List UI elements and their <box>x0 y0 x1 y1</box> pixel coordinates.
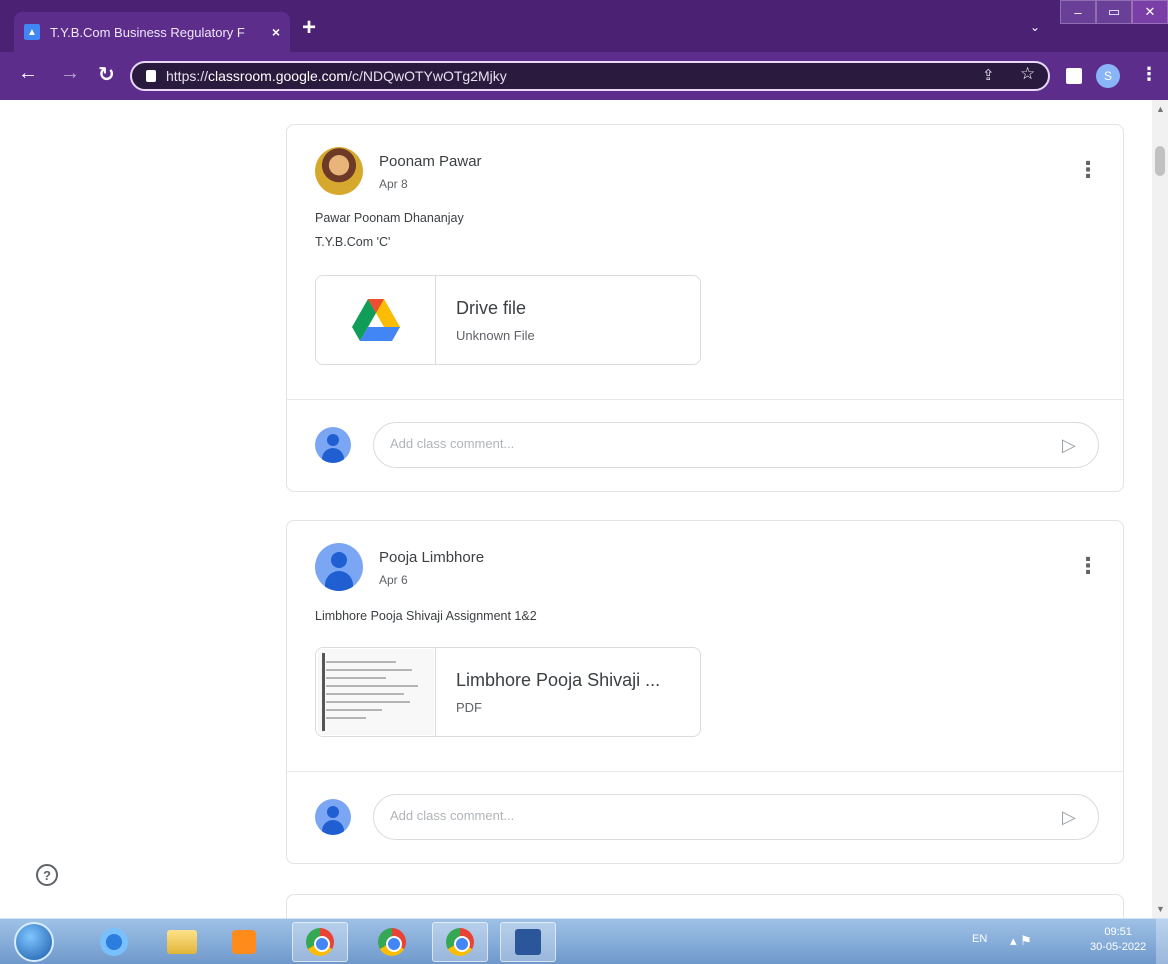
pdf-thumbnail <box>316 648 436 736</box>
profile-avatar[interactable]: S <box>1096 64 1120 88</box>
post-body-line: Pawar Poonam Dhananjay <box>315 211 464 225</box>
word-taskbar-icon[interactable] <box>500 922 556 962</box>
attachment-card[interactable]: Limbhore Pooja Shivaji ... PDF <box>315 647 701 737</box>
attachment-title: Drive file <box>456 298 527 318</box>
reload-icon[interactable]: ↻ <box>98 62 115 87</box>
scroll-thumb[interactable] <box>1155 146 1165 176</box>
language-indicator[interactable]: EN <box>972 933 987 945</box>
browser-tab[interactable]: ▲ T.Y.B.Com Business Regulatory F × <box>14 12 290 52</box>
classroom-favicon-icon: ▲ <box>24 24 40 40</box>
post-body-line: T.Y.B.Com 'C' <box>315 235 391 249</box>
windows-taskbar: EN ▴ ⚑ 09:51 30-05-2022 <box>0 918 1168 964</box>
taskbar-clock[interactable]: 09:51 30-05-2022 <box>1090 925 1146 955</box>
back-arrow-icon[interactable]: ← <box>18 62 38 85</box>
browser-menu-icon[interactable]: ⋮ <box>1140 64 1158 85</box>
page-scrollbar[interactable]: ▲ ▼ <box>1152 100 1168 918</box>
post-date: Apr 8 <box>379 177 408 191</box>
send-icon[interactable]: ▷ <box>1062 807 1076 828</box>
google-drive-icon <box>316 276 436 364</box>
file-explorer-icon[interactable] <box>154 922 210 962</box>
post-author: Poonam Pawar <box>379 153 482 170</box>
send-icon[interactable]: ▷ <box>1062 435 1076 456</box>
address-bar[interactable]: https://classroom.google.com/c/NDQwOTYwO… <box>130 61 1050 91</box>
show-desktop-button[interactable] <box>1156 919 1168 964</box>
commenter-avatar <box>315 427 351 463</box>
browser-tab-strip: ▲ T.Y.B.Com Business Regulatory F × + ⌄ … <box>0 0 1168 52</box>
author-avatar <box>315 147 363 195</box>
attachment-type: PDF <box>456 700 482 715</box>
stream-post: Pooja Limbhore Apr 6 ⋮ Limbhore Pooja Sh… <box>286 520 1124 864</box>
class-comment-field[interactable]: ▷ <box>373 422 1099 468</box>
attachment-card[interactable]: Drive file Unknown File <box>315 275 701 365</box>
start-button[interactable] <box>14 922 54 962</box>
chrome-taskbar-icon[interactable] <box>292 922 348 962</box>
internet-explorer-icon[interactable] <box>86 922 142 962</box>
share-icon[interactable]: ⇪ <box>982 66 995 84</box>
divider <box>287 399 1123 400</box>
tab-title: T.Y.B.Com Business Regulatory F <box>50 24 245 40</box>
more-options-icon[interactable]: ⋮ <box>1077 555 1099 577</box>
divider <box>287 771 1123 772</box>
tab-search-chevron-icon[interactable]: ⌄ <box>1030 20 1040 34</box>
class-comment-input[interactable] <box>390 436 1030 451</box>
scroll-down-arrow-icon[interactable]: ▼ <box>1156 904 1165 914</box>
lock-icon <box>146 70 156 82</box>
post-author: Pooja Limbhore <box>379 549 485 566</box>
forward-arrow-icon[interactable]: → <box>60 62 80 85</box>
bookmark-star-icon[interactable]: ☆ <box>1020 64 1035 84</box>
window-close-button[interactable]: ✕ <box>1132 0 1168 24</box>
chrome-taskbar-icon[interactable] <box>432 922 488 962</box>
attachment-type: Unknown File <box>456 328 535 343</box>
browser-toolbar: ← → ↻ https://classroom.google.com/c/NDQ… <box>0 52 1168 100</box>
post-date: Apr 6 <box>379 573 408 587</box>
post-header: Pooja Limbhore Apr 6 ⋮ <box>287 521 1123 601</box>
chrome-taskbar-icon[interactable] <box>364 922 420 962</box>
attachment-title: Limbhore Pooja Shivaji ... <box>456 670 661 690</box>
side-panel-icon[interactable] <box>1066 68 1082 84</box>
clock-time: 09:51 <box>1104 926 1132 938</box>
restore-button[interactable]: ▭ <box>1096 0 1132 24</box>
clock-date: 30-05-2022 <box>1090 941 1147 953</box>
more-options-icon[interactable]: ⋮ <box>1077 159 1099 181</box>
scroll-up-arrow-icon[interactable]: ▲ <box>1156 104 1165 114</box>
author-avatar <box>315 543 363 591</box>
tab-close-icon[interactable]: × <box>272 24 280 40</box>
stream-post: Poonam Pawar Apr 8 ⋮ Pawar Poonam Dhanan… <box>286 124 1124 492</box>
minimize-button[interactable]: – <box>1060 0 1096 24</box>
commenter-avatar <box>315 799 351 835</box>
stream-post-partial <box>286 894 1124 918</box>
url-text[interactable]: https://classroom.google.com/c/NDQwOTYwO… <box>166 68 507 84</box>
class-comment-field[interactable]: ▷ <box>373 794 1099 840</box>
media-player-icon[interactable] <box>216 922 272 962</box>
window-controls: – ▭ ✕ <box>1060 0 1168 28</box>
classroom-stream: Poonam Pawar Apr 8 ⋮ Pawar Poonam Dhanan… <box>0 100 1152 918</box>
post-body-line: Limbhore Pooja Shivaji Assignment 1&2 <box>315 609 537 623</box>
screen: ▲ T.Y.B.Com Business Regulatory F × + ⌄ … <box>0 0 1168 964</box>
post-header: Poonam Pawar Apr 8 ⋮ <box>287 125 1123 205</box>
help-icon[interactable]: ? <box>36 864 58 886</box>
class-comment-input[interactable] <box>390 808 1030 823</box>
new-tab-button[interactable]: + <box>302 16 316 40</box>
system-tray-icons[interactable]: ▴ ⚑ <box>1010 933 1032 949</box>
